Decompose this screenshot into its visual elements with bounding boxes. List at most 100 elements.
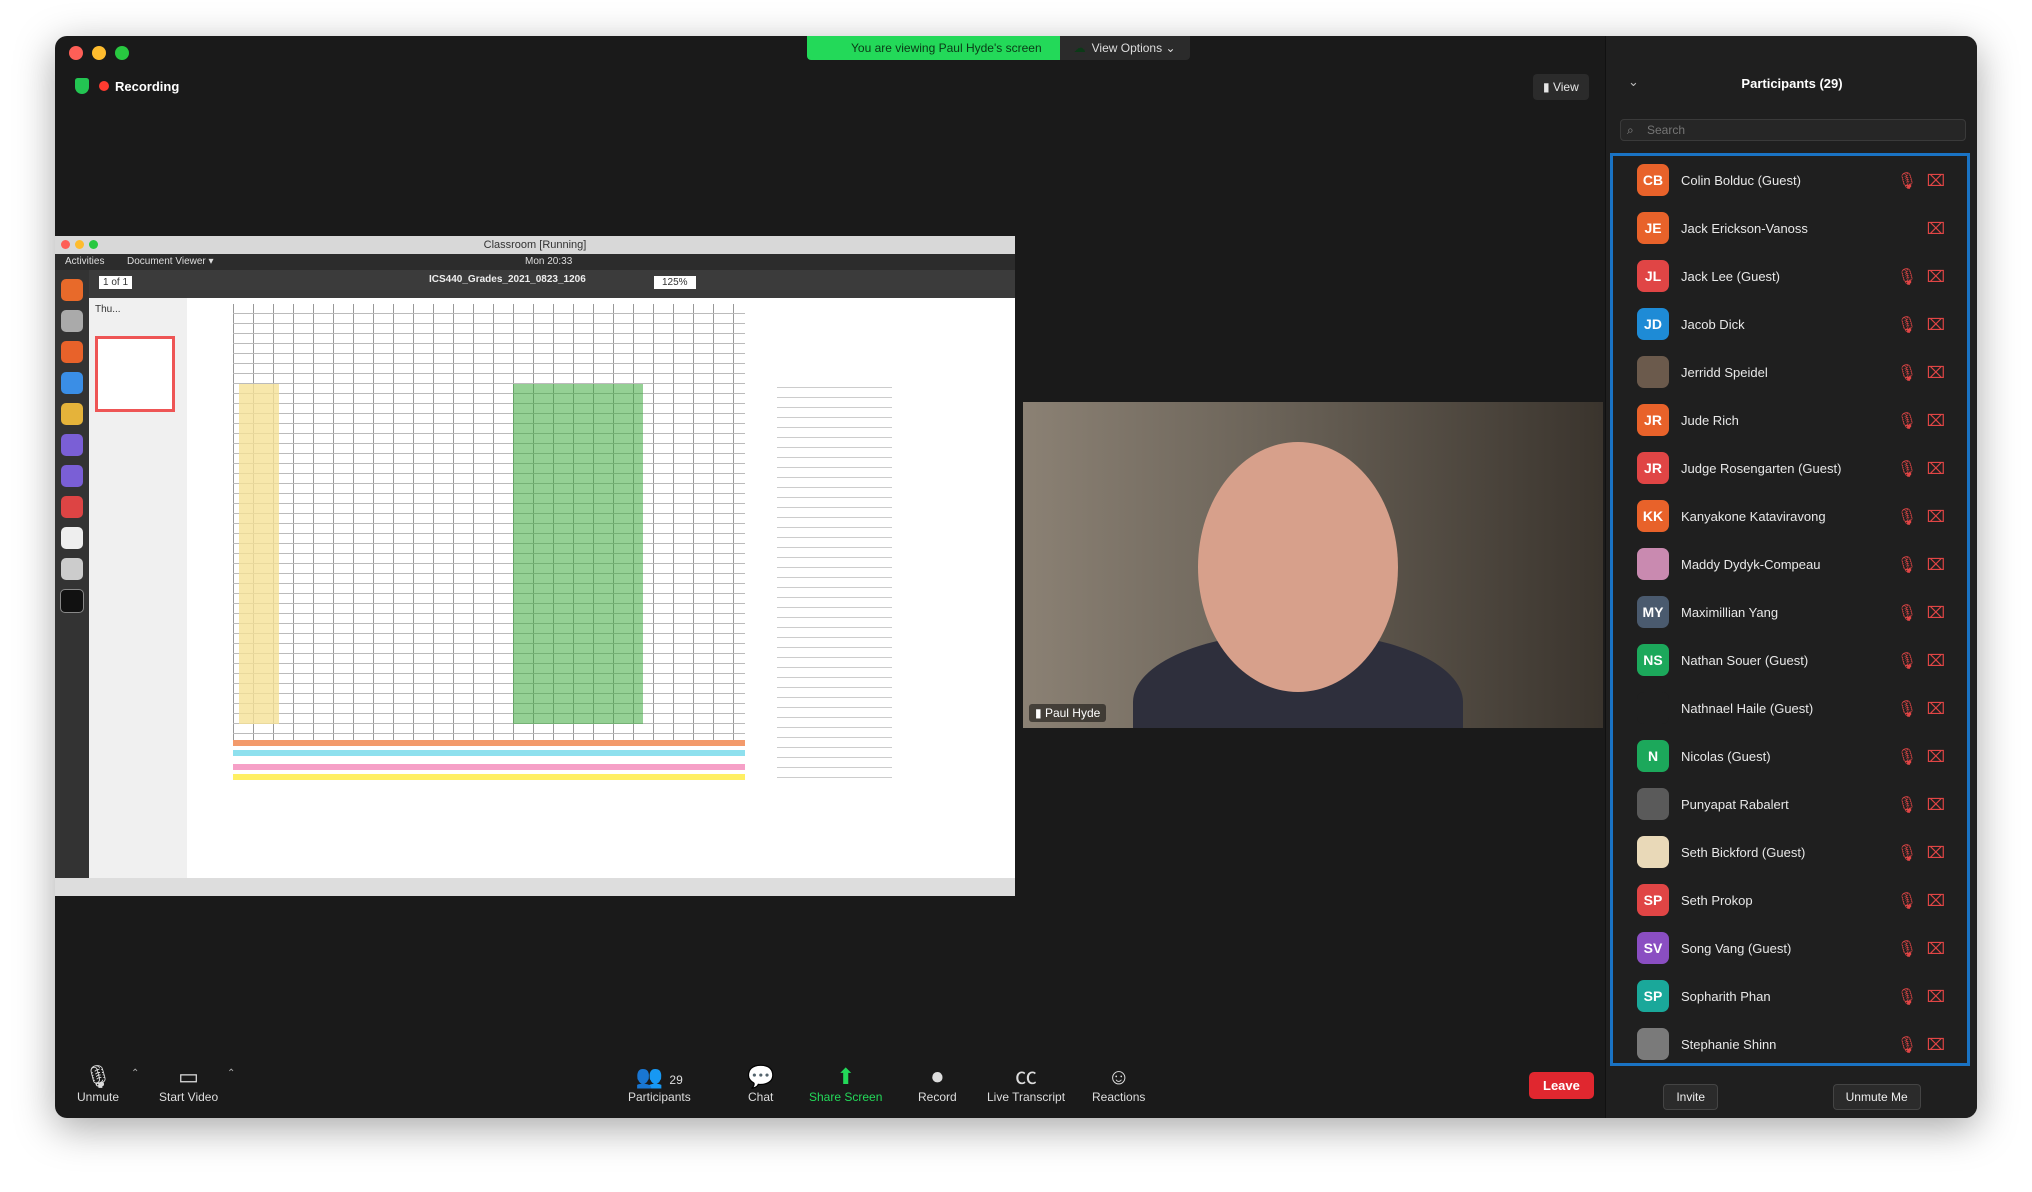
- chat-button[interactable]: 💬 Chat: [747, 1064, 774, 1104]
- record-button[interactable]: ⏺ Record: [918, 1064, 957, 1104]
- participant-row[interactable]: MY Maximillian Yang 🎙 ⌧: [1613, 588, 1967, 636]
- participant-name: Maximillian Yang: [1681, 604, 1779, 620]
- app-icon[interactable]: [61, 434, 83, 456]
- participant-row[interactable]: JD Jacob Dick 🎙 ⌧: [1613, 300, 1967, 348]
- participant-name: Jerridd Speidel: [1681, 364, 1768, 380]
- chat-icon: 💬: [747, 1064, 775, 1089]
- muted-mic-icon: 🎙: [1896, 413, 1917, 430]
- people-icon: 👥 29: [635, 1064, 683, 1089]
- video-off-icon: ▭: [178, 1064, 199, 1089]
- firefox-icon[interactable]: [61, 279, 83, 301]
- participant-row[interactable]: KK Kanyakone Kataviravong 🎙 ⌧: [1613, 492, 1967, 540]
- participant-row[interactable]: CB Colin Bolduc (Guest) 🎙 ⌧: [1613, 156, 1967, 204]
- record-dot-icon: [99, 81, 109, 91]
- video-tile[interactable]: ▮ Paul Hyde: [1023, 402, 1603, 728]
- unmute-me-button[interactable]: Unmute Me: [1832, 1084, 1921, 1110]
- terminal-icon[interactable]: [60, 589, 84, 613]
- viewing-text: You are viewing Paul Hyde's screen: [851, 41, 1042, 55]
- invite-button[interactable]: Invite: [1663, 1084, 1718, 1110]
- participant-row[interactable]: JR Jude Rich 🎙 ⌧: [1613, 396, 1967, 444]
- reactions-button[interactable]: ☺ Reactions: [1092, 1064, 1145, 1104]
- participant-row[interactable]: SP Sopharith Phan 🎙 ⌧: [1613, 972, 1967, 1020]
- recording-label: Recording: [115, 78, 180, 94]
- muted-mic-icon: 🎙: [1896, 461, 1917, 478]
- participant-row[interactable]: Seth Bickford (Guest) 🎙 ⌧: [1613, 828, 1967, 876]
- video-off-icon: ⌧: [1926, 221, 1945, 238]
- zoom-select[interactable]: 125%: [654, 276, 696, 289]
- document-viewer-icon[interactable]: [61, 496, 83, 518]
- participant-row[interactable]: SP Seth Prokop 🎙 ⌧: [1613, 876, 1967, 924]
- collapse-chevron-icon[interactable]: ⌄: [1628, 74, 1639, 90]
- participant-row[interactable]: Nathnael Haile (Guest) 🎙 ⌧: [1613, 684, 1967, 732]
- fullscreen-window-button[interactable]: [115, 46, 129, 60]
- avatar: JL: [1637, 260, 1669, 292]
- participant-name: Jacob Dick: [1681, 316, 1745, 332]
- participant-name: Judge Rosengarten (Guest): [1681, 460, 1842, 476]
- files-icon[interactable]: [61, 310, 83, 332]
- help-icon[interactable]: [61, 372, 83, 394]
- avatar: [1637, 692, 1669, 724]
- participant-name: Colin Bolduc (Guest): [1681, 172, 1801, 188]
- thumbnail-sidebar: Thu...: [89, 298, 188, 878]
- participant-row[interactable]: NS Nathan Souer (Guest) 🎙 ⌧: [1613, 636, 1967, 684]
- participant-row[interactable]: Stephanie Shinn 🎙 ⌧: [1613, 1020, 1967, 1068]
- text-editor-icon[interactable]: [61, 527, 83, 549]
- participant-search[interactable]: ⌕: [1620, 119, 1966, 141]
- minimize-window-button[interactable]: [92, 46, 106, 60]
- signal-icon: ▮: [1035, 706, 1045, 720]
- participant-name: Stephanie Shinn: [1681, 1036, 1777, 1052]
- muted-mic-icon: 🎙: [1896, 653, 1917, 670]
- live-transcript-button[interactable]: ㏄ Live Transcript: [987, 1064, 1065, 1104]
- app-icon-2[interactable]: [61, 465, 83, 487]
- muted-mic-icon: 🎙: [1896, 797, 1917, 814]
- chrome-icon[interactable]: [61, 403, 83, 425]
- participants-button[interactable]: 👥 29 Participants: [628, 1064, 691, 1104]
- participant-row[interactable]: N Nicolas (Guest) 🎙 ⌧: [1613, 732, 1967, 780]
- software-icon[interactable]: [61, 341, 83, 363]
- video-off-icon: ⌧: [1926, 989, 1945, 1006]
- muted-mic-icon: 🎙: [1896, 989, 1917, 1006]
- participant-row[interactable]: Punyapat Rabalert 🎙 ⌧: [1613, 780, 1967, 828]
- page-number-field[interactable]: 1 of 1: [99, 276, 133, 289]
- search-input[interactable]: [1645, 122, 1959, 138]
- activities-label[interactable]: Activities: [65, 254, 104, 270]
- video-off-icon: ⌧: [1926, 461, 1945, 478]
- avatar: SV: [1637, 932, 1669, 964]
- page-thumbnail[interactable]: [95, 336, 175, 412]
- ubuntu-top-bar: Activities Document Viewer ▾ Mon 20:33: [55, 254, 1015, 270]
- leave-button[interactable]: Leave: [1529, 1072, 1594, 1099]
- muted-mic-icon: 🎙: [1896, 941, 1917, 958]
- ubuntu-dock: [55, 270, 89, 878]
- video-off-icon: ⌧: [1926, 413, 1945, 430]
- participant-row[interactable]: JL Jack Lee (Guest) 🎙 ⌧: [1613, 252, 1967, 300]
- unmute-button[interactable]: 🎙 Unmute ⌃: [77, 1064, 139, 1104]
- clock-label: Mon 20:33: [525, 256, 573, 267]
- video-off-icon: ⌧: [1926, 365, 1945, 382]
- smiley-icon: ☺: [1107, 1064, 1130, 1089]
- vm-window-title: Classroom [Running]: [483, 239, 587, 251]
- participant-row[interactable]: SV Song Vang (Guest) 🎙 ⌧: [1613, 924, 1967, 972]
- audio-options-caret[interactable]: ⌃: [131, 1068, 139, 1079]
- panel-footer: Invite Unmute Me: [1606, 1076, 1977, 1118]
- participant-row[interactable]: JE Jack Erickson-Vanoss ⌧: [1613, 204, 1967, 252]
- video-options-caret[interactable]: ⌃: [227, 1068, 235, 1079]
- view-button[interactable]: ▮ View: [1533, 74, 1589, 100]
- recording-indicator: Recording: [75, 78, 179, 94]
- participant-row[interactable]: Jerridd Speidel 🎙 ⌧: [1613, 348, 1967, 396]
- utility-icon[interactable]: [61, 558, 83, 580]
- avatar: SP: [1637, 980, 1669, 1012]
- avatar: JR: [1637, 452, 1669, 484]
- zoom-window: You are viewing Paul Hyde's screen ☁ Vie…: [55, 36, 1977, 1118]
- grades-table: [233, 304, 745, 780]
- sidebar-mode-select[interactable]: Thu...: [95, 304, 121, 315]
- muted-mic-icon: 🎙: [1896, 749, 1917, 766]
- close-window-button[interactable]: [69, 46, 83, 60]
- share-screen-button[interactable]: ⬆ Share Screen: [809, 1064, 882, 1104]
- video-off-icon: ⌧: [1926, 269, 1945, 286]
- participant-name: Jack Lee (Guest): [1681, 268, 1780, 284]
- participant-row[interactable]: JR Judge Rosengarten (Guest) 🎙 ⌧: [1613, 444, 1967, 492]
- avatar: [1637, 788, 1669, 820]
- participant-row[interactable]: Maddy Dydyk-Compeau 🎙 ⌧: [1613, 540, 1967, 588]
- start-video-button[interactable]: ▭ Start Video ⌃: [159, 1064, 235, 1104]
- app-menu[interactable]: Document Viewer ▾: [127, 254, 214, 270]
